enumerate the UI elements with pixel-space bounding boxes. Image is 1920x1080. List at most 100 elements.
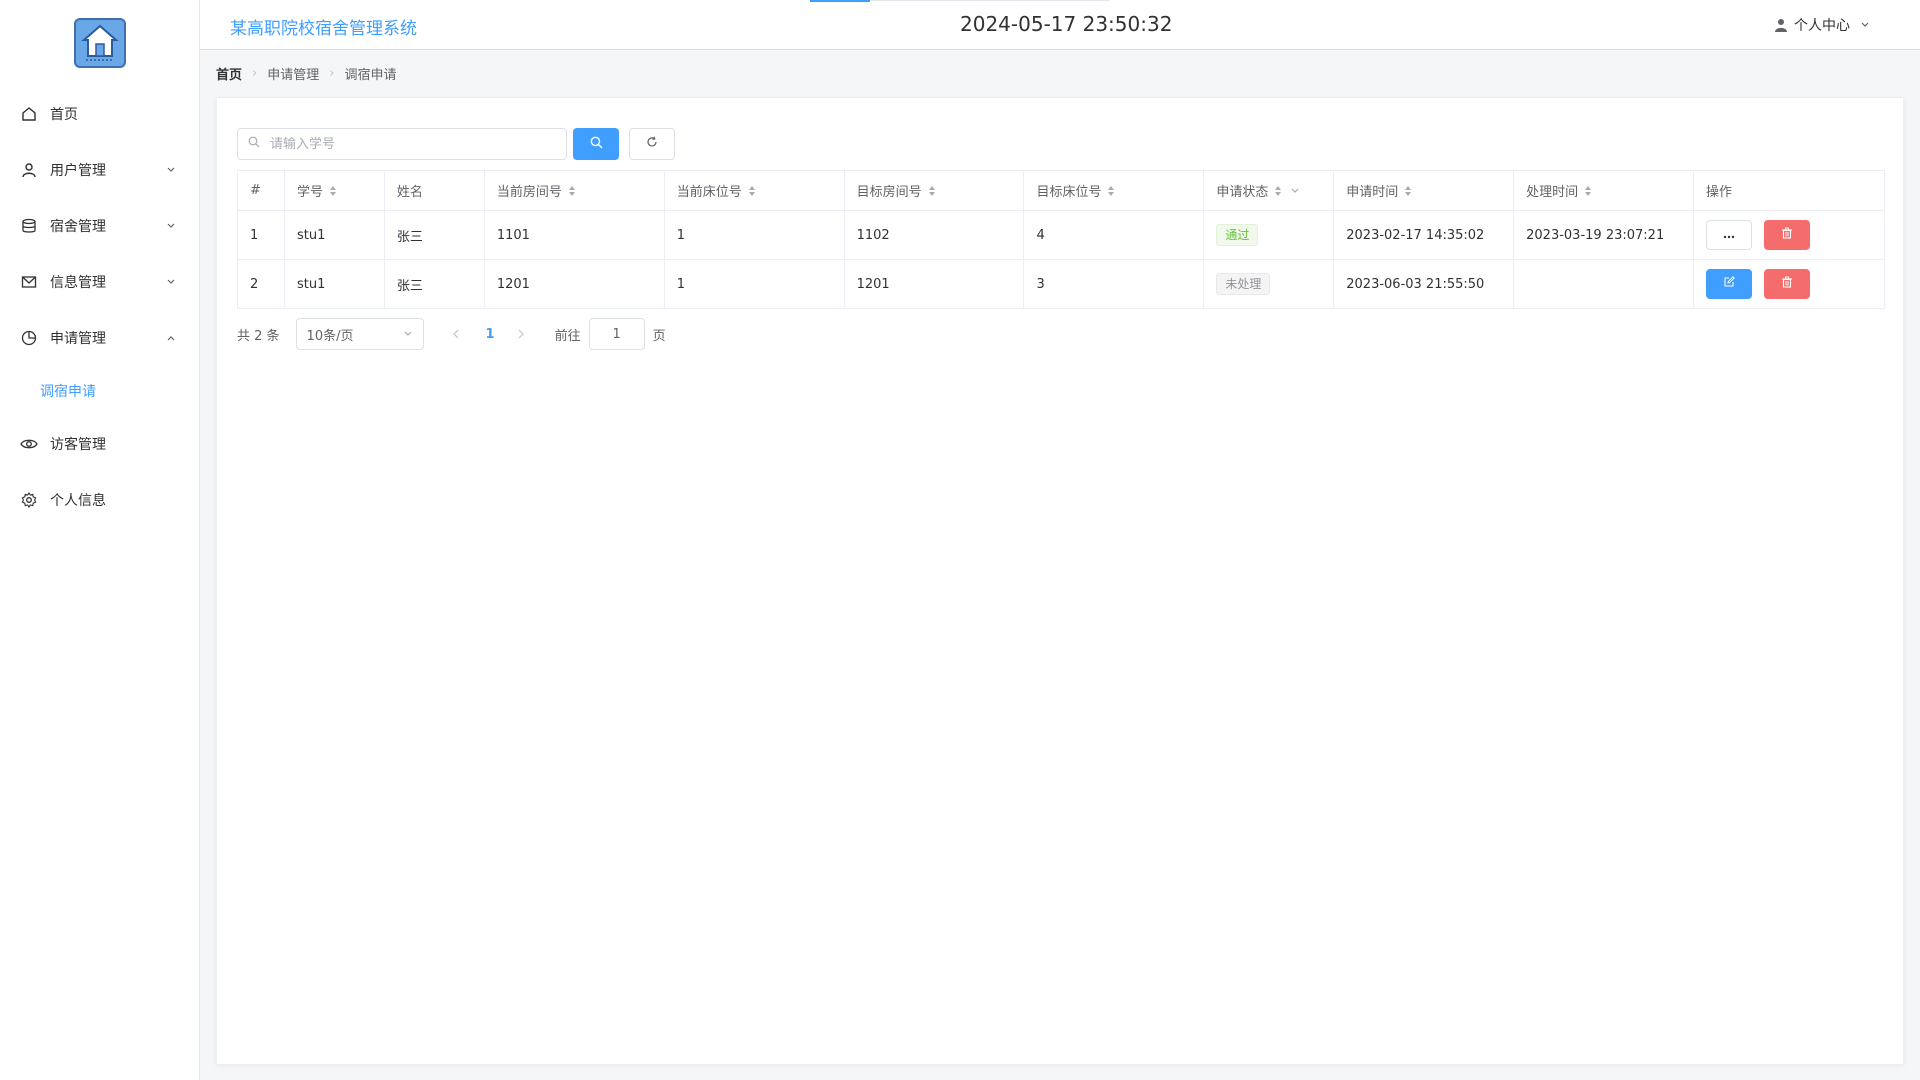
sort-icon[interactable] (1584, 185, 1592, 197)
search-button[interactable] (573, 128, 619, 160)
more-button[interactable] (1706, 220, 1753, 250)
sort-icon[interactable] (748, 185, 756, 197)
chevron-down-icon (165, 164, 177, 176)
sidebar-item-label: 首页 (50, 107, 78, 123)
delete-button[interactable] (1764, 220, 1811, 250)
table-row: 1 stu1 张三 1101 1 1102 4 通过 2023-02-17 14… (237, 210, 1885, 260)
header-current-room[interactable]: 当前房间号 (483, 170, 665, 211)
sort-icon[interactable] (928, 185, 936, 197)
chevron-down-icon (403, 329, 413, 339)
user-icon (1774, 18, 1788, 32)
chevron-down-icon (165, 220, 177, 232)
table-row: 2 stu1 张三 1201 1 1201 3 未处理 2023-06-03 2… (237, 259, 1885, 309)
cell-current-room: 1101 (483, 210, 665, 260)
header-status[interactable]: 申请状态 (1203, 170, 1335, 211)
cell-index: 2 (237, 259, 285, 309)
header-student-id[interactable]: 学号 (283, 170, 385, 211)
sidebar-item-visitor[interactable]: 访客管理 (0, 416, 199, 472)
cell-actions (1693, 259, 1885, 309)
sort-icon[interactable] (329, 185, 337, 197)
search-input[interactable] (268, 135, 566, 153)
breadcrumb: 首页 › 申请管理 › 调宿申请 (216, 64, 396, 83)
cell-target-bed: 4 (1023, 210, 1205, 260)
breadcrumb-separator-icon: › (329, 66, 335, 81)
cell-process-time (1513, 259, 1695, 309)
sidebar-item-info[interactable]: 信息管理 (0, 254, 199, 310)
prev-page-button[interactable] (452, 329, 460, 339)
sort-icon[interactable] (568, 185, 576, 197)
gear-icon (20, 491, 38, 509)
search-field[interactable] (237, 128, 567, 160)
more-icon (1723, 228, 1735, 243)
sidebar-item-label: 宿舍管理 (50, 219, 106, 235)
breadcrumb-current: 调宿申请 (344, 68, 397, 83)
chevron-up-icon (165, 332, 177, 344)
page-size-select[interactable]: 10条/页 (295, 318, 424, 350)
logo (73, 18, 126, 68)
next-page-button[interactable] (517, 329, 525, 339)
header-label: 学号 (296, 185, 323, 200)
header-label: 目标床位号 (1036, 185, 1102, 200)
user-icon (20, 161, 38, 179)
cell-actions (1693, 210, 1885, 260)
main-card: # 学号 姓名 当前房间号 当前床位号 目标房间号 目标床位号 申请状态 申请时… (216, 97, 1904, 1065)
trash-icon (1781, 227, 1793, 243)
page-number[interactable]: 1 (486, 327, 495, 342)
user-center-label: 个人中心 (1794, 18, 1850, 34)
cell-apply-time: 2023-06-03 21:55:50 (1333, 259, 1515, 309)
filter-chevron-icon[interactable] (1290, 186, 1300, 196)
cell-name: 张三 (383, 210, 485, 260)
page-suffix: 页 (652, 328, 666, 344)
cell-process-time: 2023-03-19 23:07:21 (1513, 210, 1695, 260)
sidebar-item-label: 访客管理 (50, 437, 106, 453)
pagination: 共 2 条 10条/页 1 前往 页 (237, 318, 666, 350)
reset-button[interactable] (629, 128, 675, 160)
edit-button[interactable] (1706, 269, 1753, 299)
header-label: 当前床位号 (676, 185, 742, 200)
header-name: 姓名 (383, 170, 485, 211)
sort-icon[interactable] (1404, 185, 1412, 197)
sidebar-item-label: 用户管理 (50, 163, 106, 179)
logo-area (0, 0, 199, 86)
header-label: 当前房间号 (496, 185, 562, 200)
header-actions: 操作 (1693, 170, 1885, 211)
goto-label: 前往 (554, 328, 581, 344)
delete-button[interactable] (1764, 269, 1811, 299)
sidebar-item-dorm[interactable]: 宿舍管理 (0, 198, 199, 254)
sidebar-item-profile[interactable]: 个人信息 (0, 472, 199, 528)
page-size-value: 10条/页 (306, 328, 354, 344)
sidebar: 首页 用户管理 宿舍管理 信息管理 申请管理 调宿申请 访客管理 个人信息 (0, 0, 200, 1080)
sort-icon[interactable] (1274, 185, 1282, 197)
eye-icon (20, 435, 38, 453)
sidebar-item-users[interactable]: 用户管理 (0, 142, 199, 198)
search-icon (590, 136, 603, 153)
cell-student-id: stu1 (283, 210, 385, 260)
header-apply-time[interactable]: 申请时间 (1333, 170, 1515, 211)
cell-status: 未处理 (1203, 259, 1335, 309)
header-target-room[interactable]: 目标房间号 (843, 170, 1025, 211)
header-target-bed[interactable]: 目标床位号 (1023, 170, 1205, 211)
home-icon (20, 105, 38, 123)
header-current-bed[interactable]: 当前床位号 (663, 170, 845, 211)
header-index: # (237, 170, 285, 211)
top-progress-accent (810, 0, 870, 2)
trash-icon (1781, 276, 1793, 292)
goto-page-input[interactable] (588, 318, 645, 350)
user-center-dropdown[interactable]: 个人中心 (1774, 15, 1870, 35)
sidebar-item-label: 申请管理 (50, 331, 106, 347)
submenu-item-label: 调宿申请 (40, 384, 96, 400)
submenu-item-transfer-apply[interactable]: 调宿申请 (0, 366, 199, 416)
breadcrumb-home[interactable]: 首页 (216, 64, 242, 83)
header-label: 申请状态 (1216, 185, 1269, 200)
sidebar-item-apply[interactable]: 申请管理 (0, 310, 199, 366)
refresh-icon (646, 136, 658, 152)
cell-target-bed: 3 (1023, 259, 1205, 309)
sidebar-item-label: 个人信息 (50, 493, 106, 509)
header-process-time[interactable]: 处理时间 (1513, 170, 1695, 211)
header-label: 目标房间号 (856, 185, 922, 200)
sidebar-item-home[interactable]: 首页 (0, 86, 199, 142)
sort-icon[interactable] (1107, 185, 1115, 197)
cell-apply-time: 2023-02-17 14:35:02 (1333, 210, 1515, 260)
edit-icon (1723, 276, 1735, 292)
applications-table: # 学号 姓名 当前房间号 当前床位号 目标房间号 目标床位号 申请状态 申请时… (237, 170, 1885, 309)
